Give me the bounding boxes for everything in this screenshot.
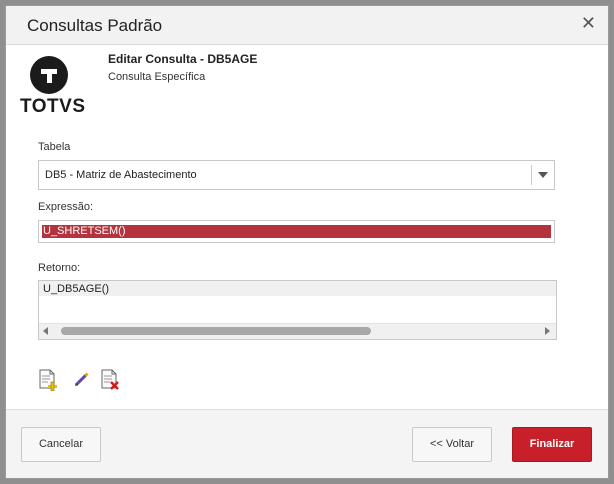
tabela-select-value: DB5 - Matriz de Abastecimento bbox=[45, 169, 197, 181]
totvs-logo-text: TOTVS bbox=[20, 96, 86, 117]
add-document-icon[interactable] bbox=[38, 369, 60, 392]
delete-document-icon[interactable] bbox=[100, 369, 122, 391]
edit-pencil-icon[interactable] bbox=[72, 369, 94, 391]
retorno-line: U_DB5AGE() bbox=[39, 281, 556, 296]
expressao-label: Expressão: bbox=[38, 201, 94, 213]
scroll-left-icon[interactable] bbox=[43, 327, 48, 335]
expressao-selected-text: U_SHRETSEM() bbox=[42, 225, 551, 238]
consultas-padrao-dialog: Consultas Padrão ✕ TOTVS Editar Consulta… bbox=[5, 5, 609, 479]
retorno-label: Retorno: bbox=[38, 262, 81, 274]
chevron-down-icon[interactable] bbox=[538, 172, 548, 178]
tabela-label: Tabela bbox=[38, 141, 71, 153]
back-button[interactable]: << Voltar bbox=[412, 427, 492, 462]
expressao-field[interactable]: U_SHRETSEM() bbox=[38, 220, 555, 243]
totvs-logo: TOTVS bbox=[20, 56, 86, 117]
dialog-footer: Cancelar << Voltar Finalizar bbox=[6, 409, 608, 478]
scroll-right-icon[interactable] bbox=[545, 327, 550, 335]
finish-button[interactable]: Finalizar bbox=[512, 427, 592, 462]
close-icon[interactable]: ✕ bbox=[581, 14, 596, 32]
tabela-select[interactable]: DB5 - Matriz de Abastecimento bbox=[38, 160, 555, 190]
page-title: Editar Consulta - DB5AGE bbox=[108, 52, 258, 66]
dialog-titlebar: Consultas Padrão ✕ bbox=[6, 6, 608, 45]
page-subtitle: Consulta Específica bbox=[108, 71, 206, 83]
dialog-title: Consultas Padrão bbox=[27, 16, 163, 35]
retorno-field[interactable]: U_DB5AGE() bbox=[38, 280, 557, 340]
totvs-logo-mark bbox=[30, 56, 68, 94]
horizontal-scrollbar[interactable] bbox=[39, 323, 556, 339]
scrollbar-thumb[interactable] bbox=[61, 327, 371, 335]
cancel-button[interactable]: Cancelar bbox=[21, 427, 101, 462]
retorno-value: U_DB5AGE() bbox=[43, 283, 110, 295]
